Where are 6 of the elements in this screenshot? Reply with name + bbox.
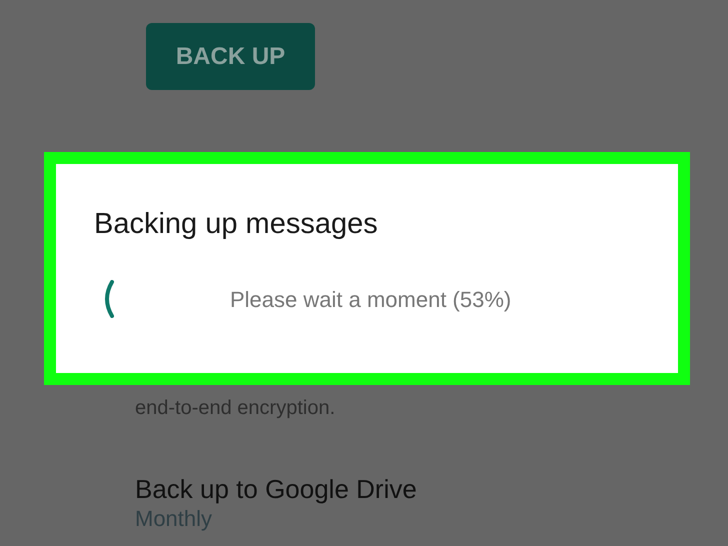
encryption-text: end-to-end encryption. (135, 396, 336, 421)
back-up-button[interactable]: BACK UP (146, 23, 315, 90)
setting-value: Monthly (135, 505, 212, 533)
dialog-title: Backing up messages (94, 207, 378, 242)
setting-title[interactable]: Back up to Google Drive (135, 473, 417, 505)
dialog-message: Please wait a moment (53%) (230, 286, 512, 314)
